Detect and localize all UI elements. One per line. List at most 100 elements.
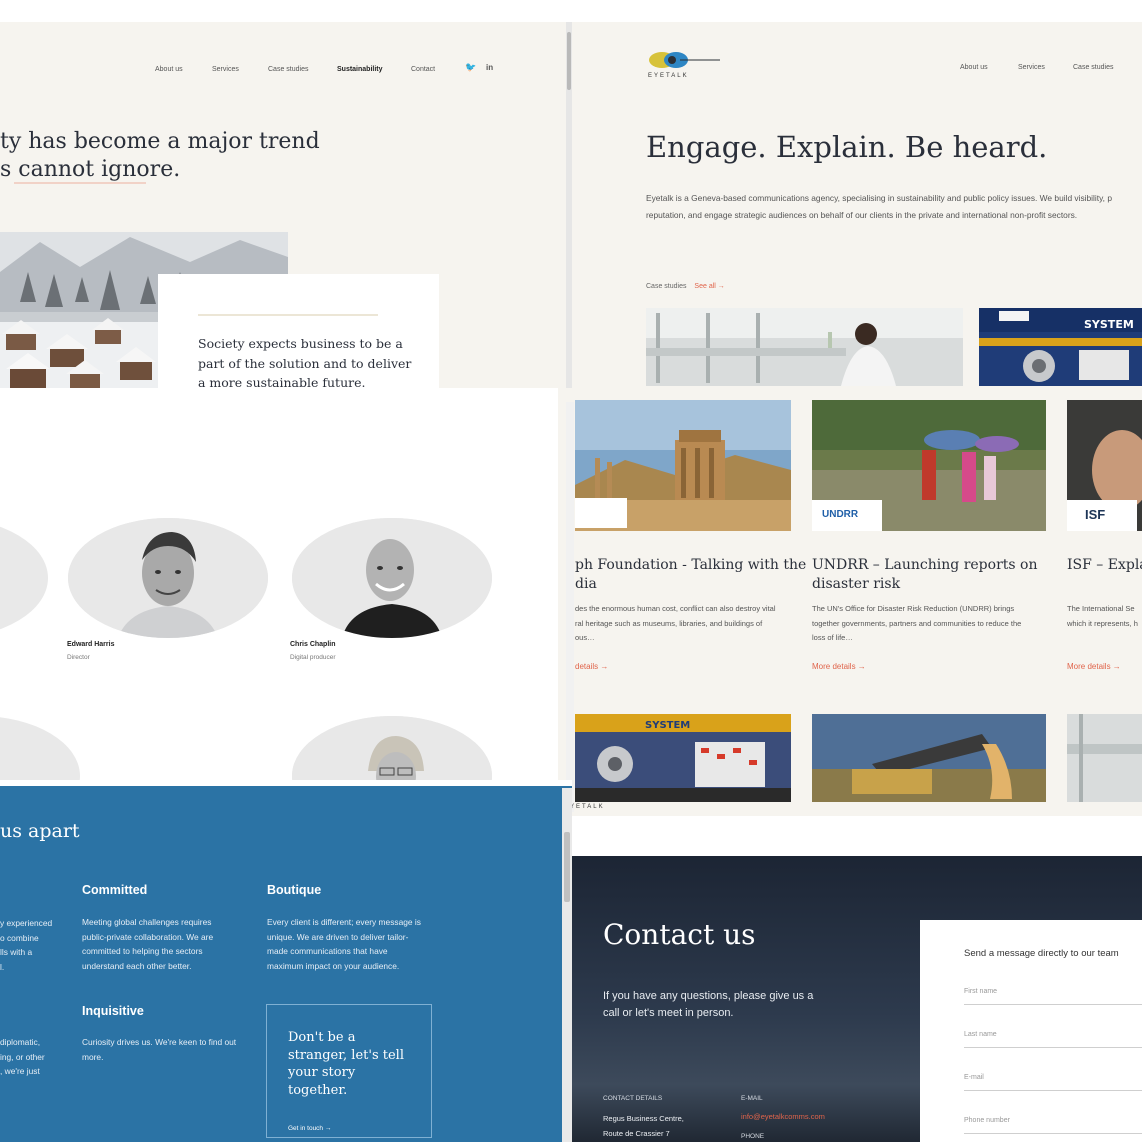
section-heading: us apart bbox=[0, 820, 80, 842]
hand-photo[interactable]: ISF bbox=[1067, 400, 1142, 531]
more-details-link[interactable]: More details → bbox=[1067, 662, 1121, 671]
logo-wordmark: EYETALK bbox=[648, 73, 689, 79]
client-logo-badge bbox=[575, 498, 627, 528]
nav-case-studies[interactable]: Case studies bbox=[268, 66, 308, 73]
scrollbar-thumb[interactable] bbox=[564, 832, 570, 902]
nav-services[interactable]: Services bbox=[1018, 64, 1045, 71]
scrollbar-thumb[interactable] bbox=[567, 32, 571, 90]
case-desc-line: The UN's Office for Disaster Risk Reduct… bbox=[812, 604, 1015, 613]
nav-sustainability[interactable]: Sustainability bbox=[337, 66, 383, 73]
case-description: des the enormous human cost, conflict ca… bbox=[575, 602, 776, 646]
headline-underline bbox=[14, 182, 146, 184]
value-text-inquisitive: Curiosity drives us. We're keen to find … bbox=[82, 1037, 237, 1062]
eyetalk-home-page: EYETALK About us Services Case studies E… bbox=[572, 22, 1142, 388]
quote-card: Society expects business to be a part of… bbox=[158, 274, 439, 388]
nav-about-us[interactable]: About us bbox=[155, 66, 183, 73]
more-details-link[interactable]: details → bbox=[575, 662, 608, 671]
value-text-partial: diplomatic, ing, or other , we're just bbox=[0, 1037, 45, 1076]
contact-details-label: CONTACT DETAILS bbox=[603, 1095, 663, 1102]
case-description: The International Se which it represents… bbox=[1067, 602, 1138, 631]
portrait-edward-harris[interactable] bbox=[68, 518, 268, 638]
more-details-link[interactable]: More details → bbox=[812, 662, 866, 671]
case-label: Case studies bbox=[646, 283, 687, 290]
footer-logo[interactable]: YETALK bbox=[570, 804, 605, 810]
intro-line-2: reputation, and engage strategic audienc… bbox=[646, 209, 1078, 220]
see-all-link[interactable]: See all → bbox=[694, 283, 724, 290]
flood-photo[interactable]: UNDRR bbox=[812, 400, 1046, 531]
values-section: us apart y experienced o combine lls with… bbox=[0, 780, 572, 1142]
get-in-touch-link[interactable]: Get in touch → bbox=[288, 1125, 331, 1132]
case-studies-page: ph Foundation - Talking with the dia des… bbox=[558, 388, 1142, 816]
case-desc-line: loss of life… bbox=[812, 633, 853, 642]
nav-contact[interactable]: Contact bbox=[411, 66, 435, 73]
headline-line-1: ty has become a major trend bbox=[0, 129, 320, 154]
quote-text: Society expects business to be a part of… bbox=[198, 334, 411, 388]
contact-text: If you have any questions, please give u… bbox=[603, 990, 814, 1019]
first-name-field[interactable]: First name bbox=[964, 988, 997, 995]
page-headline: ty has become a major trend s cannot ign… bbox=[0, 128, 320, 184]
team-portrait-partial[interactable] bbox=[0, 518, 48, 638]
linkedin-icon[interactable]: in bbox=[486, 63, 493, 72]
member-name: Chris Chaplin bbox=[290, 641, 336, 648]
case-title[interactable]: ISF – Explai bbox=[1067, 556, 1142, 575]
case-title-line: disaster risk bbox=[812, 576, 901, 592]
email-field[interactable]: E-mail bbox=[964, 1074, 984, 1081]
value-title-committed: Committed bbox=[82, 883, 148, 897]
phone-field[interactable]: Phone number bbox=[964, 1117, 1010, 1124]
value-title-inquisitive: Inquisitive bbox=[82, 1004, 144, 1018]
contact-form: Send a message directly to our team Firs… bbox=[920, 920, 1142, 1142]
scrollbar[interactable] bbox=[562, 788, 572, 1142]
case-title-line: UNDRR – Launching reports on bbox=[812, 557, 1038, 573]
contact-title: Contact us bbox=[603, 918, 756, 951]
member-role: Director bbox=[67, 654, 90, 661]
contact-section: Contact us If you have any questions, pl… bbox=[572, 856, 1142, 1142]
phone-label: PHONE bbox=[741, 1133, 765, 1140]
team-portrait-partial[interactable] bbox=[0, 716, 80, 780]
nav-about-us[interactable]: About us bbox=[960, 64, 988, 71]
team-page: Edward Harris Director Chris Chaplin Dig… bbox=[0, 388, 572, 780]
case-desc-line: which it represents, h bbox=[1067, 618, 1138, 628]
headline-line-2: s cannot ignore. bbox=[0, 157, 181, 182]
nav-case-studies[interactable]: Case studies bbox=[1073, 64, 1113, 71]
cta-card[interactable]: Don't be a stranger, let's tell your stor… bbox=[266, 1004, 432, 1138]
sustainability-page: About us Services Case studies Sustainab… bbox=[0, 22, 572, 388]
email-link[interactable]: info@eyetalkcomms.com bbox=[741, 1112, 825, 1121]
last-name-field[interactable]: Last name bbox=[964, 1031, 997, 1038]
twitter-icon[interactable]: 🐦 bbox=[465, 62, 476, 73]
eyetalk-logo[interactable]: EYETALK bbox=[646, 50, 722, 85]
lab-photo[interactable] bbox=[646, 308, 963, 386]
member-role: Digital producer bbox=[290, 654, 336, 661]
intro-line-1: Eyetalk is a Geneva-based communications… bbox=[646, 193, 1112, 203]
harvest-photo[interactable] bbox=[812, 714, 1046, 802]
value-text-boutique: Every client is different; every message… bbox=[267, 917, 421, 971]
case-description: The UN's Office for Disaster Risk Reduct… bbox=[812, 602, 1021, 646]
exhibition-stand-photo[interactable]: SYSTEM bbox=[575, 714, 791, 802]
address: Regus Business Centre, Route de Crassier … bbox=[603, 1114, 684, 1138]
palmyra-photo[interactable] bbox=[575, 400, 791, 531]
portrait-chris-chaplin[interactable] bbox=[292, 518, 492, 638]
value-text-committed: Meeting global challenges requires public… bbox=[82, 917, 214, 971]
exhibition-photo[interactable]: SYSTEM bbox=[979, 308, 1142, 386]
case-desc-line: des the enormous human cost, conflict ca… bbox=[575, 604, 776, 613]
value-title-boutique: Boutique bbox=[267, 883, 322, 897]
case-desc-line: The International Se bbox=[1067, 604, 1135, 613]
hero-title: Engage. Explain. Be heard. bbox=[646, 130, 1048, 164]
isf-logo: ISF bbox=[1085, 507, 1106, 522]
hero-intro: Eyetalk is a Geneva-based communications… bbox=[646, 190, 1112, 223]
case-title-line: ISF – Explai bbox=[1067, 557, 1142, 573]
case-desc-line: ral heritage such as museums, libraries,… bbox=[575, 618, 763, 628]
quote-line-3: a more sustainable future. bbox=[198, 375, 366, 388]
quote-line-2: part of the solution and to deliver bbox=[198, 355, 412, 371]
scrollbar[interactable] bbox=[566, 402, 574, 812]
value-text-partial: y experienced o combine lls with a l. bbox=[0, 918, 53, 972]
case-title[interactable]: UNDRR – Launching reports on disaster ri… bbox=[812, 556, 1037, 594]
team-portrait-partial[interactable] bbox=[292, 716, 492, 780]
case-title[interactable]: ph Foundation - Talking with the dia bbox=[575, 556, 806, 594]
client-logo-badge: UNDRR bbox=[812, 500, 882, 531]
member-name: Edward Harris bbox=[67, 641, 115, 648]
svg-text:SYSTEM: SYSTEM bbox=[1084, 318, 1134, 331]
nav-services[interactable]: Services bbox=[212, 66, 239, 73]
client-logo-badge: ISF bbox=[1067, 500, 1137, 531]
case-studies-label: Case studies See all → bbox=[646, 283, 725, 290]
lab-photo-partial[interactable] bbox=[1067, 714, 1142, 802]
